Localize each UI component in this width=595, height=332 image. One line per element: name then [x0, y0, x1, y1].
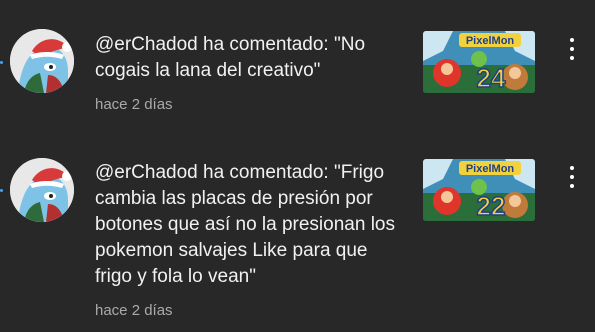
notification-message: @erChadod ha comentado: "Frigo cambia la… — [95, 162, 395, 287]
more-dot — [570, 38, 574, 42]
unread-indicator — [0, 189, 3, 192]
thumbnail-title: PixelMon — [466, 35, 515, 47]
avatar-icon[interactable] — [10, 158, 74, 222]
more-dot — [570, 47, 574, 51]
notification-time: hace 2 días — [95, 302, 173, 319]
more-dot — [570, 56, 574, 60]
more-vert-icon[interactable] — [562, 164, 582, 190]
notification-item[interactable]: @erChadod ha comentado: "Frigo cambia la… — [0, 130, 595, 332]
thumbnail-episode: 22 — [477, 191, 506, 221]
avatar-icon[interactable] — [10, 29, 74, 93]
more-dot — [570, 184, 574, 188]
notification-item[interactable]: @erChadod ha comentado: "No cogais la la… — [0, 0, 595, 130]
thumbnail-title: PixelMon — [466, 163, 515, 175]
video-thumbnail[interactable]: PixelMon 24 — [423, 31, 535, 93]
notification-message: @erChadod ha comentado: "No cogais la la… — [95, 34, 366, 81]
more-dot — [570, 166, 574, 170]
more-dot — [570, 175, 574, 179]
video-thumbnail[interactable]: PixelMon 22 — [423, 159, 535, 221]
unread-indicator — [0, 61, 3, 64]
notification-time: hace 2 días — [95, 96, 173, 113]
more-vert-icon[interactable] — [562, 36, 582, 62]
thumbnail-episode: 24 — [477, 63, 506, 93]
